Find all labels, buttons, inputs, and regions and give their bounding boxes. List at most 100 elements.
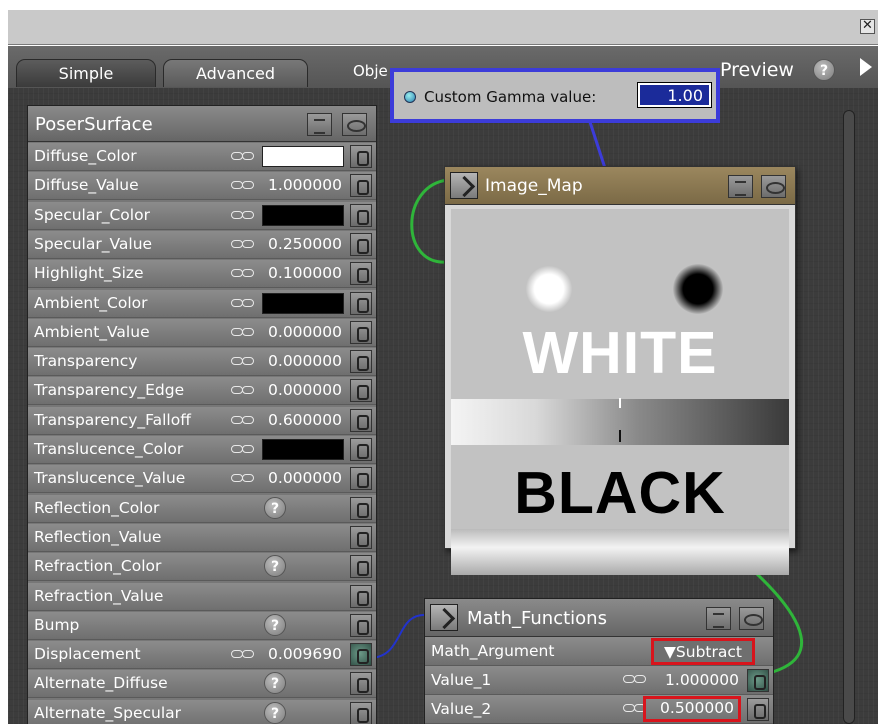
parameter-row: Translucence_Color bbox=[28, 436, 376, 464]
color-swatch[interactable] bbox=[262, 292, 344, 314]
image-map-node[interactable]: Image_Map WHITE BLACK bbox=[444, 166, 796, 575]
gradient-tick bbox=[619, 398, 621, 408]
parameter-value-field[interactable]: 0.100000 bbox=[254, 264, 342, 282]
plug-icon[interactable] bbox=[350, 584, 372, 608]
parameter-value-field[interactable]: 1.000000 bbox=[254, 176, 342, 194]
collapse-node-icon[interactable] bbox=[450, 172, 478, 199]
math-argument-dropdown[interactable]: ▼Subtract bbox=[651, 638, 755, 665]
help-icon[interactable]: ? bbox=[264, 672, 286, 695]
link-icon[interactable] bbox=[231, 445, 255, 453]
math-argument-row: Math_Argument ▼Subtract bbox=[425, 637, 773, 666]
plug-icon[interactable] bbox=[747, 669, 769, 692]
parameter-row: Refraction_Value bbox=[28, 582, 376, 611]
parameter-row: Bump? bbox=[28, 611, 376, 640]
link-icon[interactable] bbox=[231, 210, 255, 219]
parameter-value-field[interactable]: 0.000000 bbox=[254, 469, 342, 487]
plug-icon[interactable] bbox=[747, 698, 769, 721]
parameter-row: Refraction_Color? bbox=[28, 553, 376, 582]
vertical-scrollbar[interactable] bbox=[843, 110, 855, 724]
math-functions-node[interactable]: Math_Functions Math_Argument ▼Subtract V… bbox=[424, 598, 774, 724]
parameter-value-field[interactable]: 0.000000 bbox=[254, 323, 342, 341]
parameter-row: Reflection_Value bbox=[28, 523, 376, 552]
math-functions-header[interactable]: Math_Functions bbox=[425, 599, 773, 637]
help-icon[interactable]: ? bbox=[264, 496, 286, 519]
parameter-row: Transparency_Falloff 0.600000 bbox=[28, 406, 376, 435]
title-bar: ✕ bbox=[8, 10, 878, 45]
link-icon[interactable] bbox=[231, 650, 255, 659]
poser-surface-header[interactable]: PoserSurface bbox=[28, 106, 376, 142]
parameter-label: Ambient_Color bbox=[34, 293, 148, 312]
plug-icon[interactable] bbox=[350, 467, 372, 491]
options-icon[interactable] bbox=[307, 113, 332, 136]
parameter-value-field[interactable]: 0.250000 bbox=[254, 235, 342, 253]
value-1-row: Value_1 1.000000 bbox=[425, 666, 773, 695]
parameter-row: Translucence_Value 0.000000 bbox=[28, 465, 376, 494]
parameter-label: Transparency bbox=[34, 352, 138, 371]
tab-simple[interactable]: Simple bbox=[16, 59, 156, 87]
eye-icon[interactable] bbox=[739, 607, 764, 630]
options-icon[interactable] bbox=[706, 607, 731, 630]
help-icon[interactable]: ? bbox=[264, 701, 286, 724]
plug-icon[interactable] bbox=[350, 174, 372, 198]
parameter-value-field[interactable]: 0.009690 bbox=[254, 645, 342, 663]
value-1-label: Value_1 bbox=[431, 671, 492, 689]
parameter-label: Refraction_Value bbox=[34, 586, 164, 605]
image-map-header[interactable]: Image_Map bbox=[445, 167, 795, 205]
help-icon[interactable]: ? bbox=[264, 555, 286, 578]
link-icon[interactable] bbox=[231, 152, 255, 160]
parameter-label: Ambient_Value bbox=[34, 322, 150, 341]
plug-icon[interactable] bbox=[350, 613, 372, 637]
link-icon[interactable] bbox=[231, 474, 255, 483]
link-icon[interactable] bbox=[231, 239, 255, 248]
plug-icon[interactable] bbox=[350, 379, 372, 403]
color-swatch[interactable] bbox=[262, 204, 344, 226]
plug-icon[interactable] bbox=[350, 203, 372, 227]
color-swatch[interactable] bbox=[262, 146, 344, 167]
help-icon[interactable]: ? bbox=[813, 59, 835, 81]
plug-icon[interactable] bbox=[350, 496, 372, 520]
eye-icon[interactable] bbox=[342, 113, 367, 136]
options-icon[interactable] bbox=[728, 175, 753, 198]
poser-surface-node[interactable]: PoserSurface Diffuse_Color Diffuse_Value 1… bbox=[27, 105, 377, 724]
plug-icon[interactable] bbox=[350, 438, 372, 461]
plug-icon[interactable] bbox=[350, 232, 372, 256]
plug-icon[interactable] bbox=[350, 555, 372, 579]
plug-icon[interactable] bbox=[350, 525, 372, 549]
gamma-radio-button[interactable] bbox=[404, 91, 416, 103]
value-2-field[interactable]: 0.500000 bbox=[643, 696, 741, 722]
plug-icon[interactable] bbox=[350, 320, 372, 344]
collapse-node-icon[interactable] bbox=[430, 604, 458, 631]
link-icon[interactable] bbox=[231, 298, 255, 307]
play-arrow-icon[interactable] bbox=[860, 58, 872, 76]
plug-icon[interactable] bbox=[350, 291, 372, 315]
link-icon[interactable] bbox=[231, 415, 255, 424]
eye-icon[interactable] bbox=[761, 175, 786, 198]
parameter-value-field[interactable]: 0.000000 bbox=[254, 381, 342, 399]
plug-icon[interactable] bbox=[350, 350, 372, 374]
link-icon[interactable] bbox=[231, 269, 255, 278]
plug-icon[interactable] bbox=[350, 643, 372, 667]
node-title: Math_Functions bbox=[467, 608, 607, 629]
parameter-row: Transparency 0.000000 bbox=[28, 348, 376, 377]
link-icon[interactable] bbox=[231, 327, 255, 336]
link-icon[interactable] bbox=[623, 675, 647, 683]
tab-advanced[interactable]: Advanced bbox=[163, 59, 308, 87]
plug-icon[interactable] bbox=[350, 145, 372, 168]
value-1-field[interactable]: 1.000000 bbox=[651, 671, 739, 689]
plug-icon[interactable] bbox=[350, 408, 372, 432]
color-swatch[interactable] bbox=[262, 439, 344, 460]
link-icon[interactable] bbox=[231, 386, 255, 395]
plug-icon[interactable] bbox=[350, 701, 372, 724]
help-icon[interactable]: ? bbox=[264, 613, 286, 636]
plug-icon[interactable] bbox=[350, 672, 372, 696]
gradient-tick bbox=[619, 430, 621, 442]
link-icon[interactable] bbox=[231, 181, 255, 190]
link-icon[interactable] bbox=[231, 357, 255, 366]
object-label: Obje bbox=[353, 62, 388, 80]
parameter-value-field[interactable]: 0.600000 bbox=[254, 411, 342, 429]
parameter-label: Displacement bbox=[34, 645, 141, 664]
close-icon[interactable]: ✕ bbox=[860, 19, 875, 34]
gamma-value-input[interactable]: 1.00 bbox=[637, 82, 712, 108]
parameter-value-field[interactable]: 0.000000 bbox=[254, 352, 342, 370]
plug-icon[interactable] bbox=[350, 262, 372, 286]
